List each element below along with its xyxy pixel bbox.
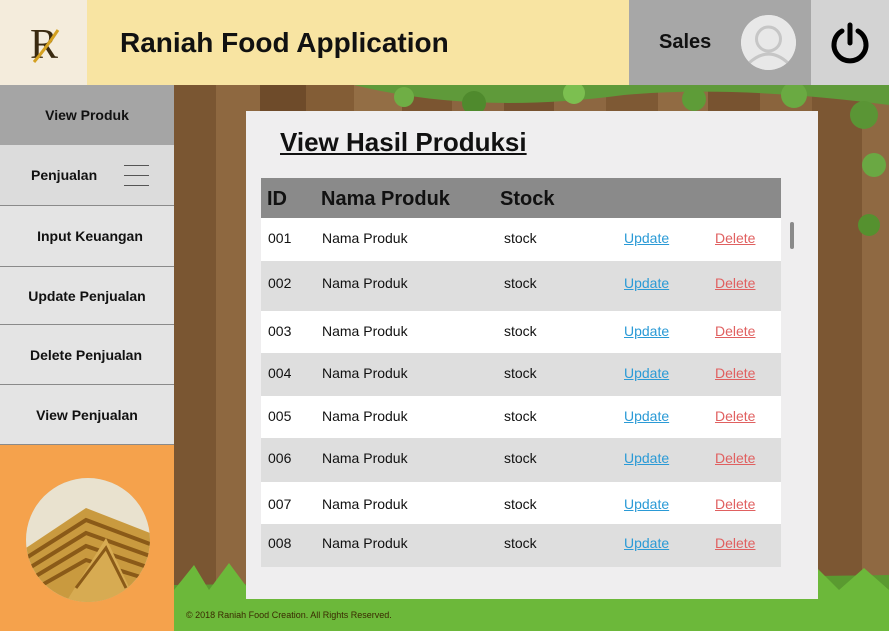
update-link[interactable]: Update [624,496,669,512]
food-photo [26,478,150,602]
delete-link[interactable]: Delete [715,323,755,339]
sidebar-item-update-penjualan[interactable]: Update Penjualan [0,267,174,325]
cell-id: 008 [268,535,292,551]
sidebar-item-label: Penjualan [31,167,98,183]
delete-link[interactable]: Delete [715,230,755,246]
sidebar-item-penjualan[interactable]: Penjualan [0,145,174,206]
column-header-id: ID [267,188,287,210]
cell-id: 003 [268,323,292,339]
delete-link[interactable]: Delete [715,450,755,466]
table-row: 008 Nama Produk stock Update Delete [261,524,781,567]
update-link[interactable]: Update [624,535,669,551]
table-row: 002 Nama Produk stock Update Delete [261,261,781,311]
cell-id: 001 [268,230,292,246]
title-bar: Raniah Food Application [87,0,629,85]
sidebar-item-view-produk[interactable]: View Produk [0,85,174,145]
cell-stock: stock [504,450,537,466]
delete-link[interactable]: Delete [715,275,755,291]
table-row: 007 Nama Produk stock Update Delete [261,482,781,524]
content-panel: View Hasil Produksi ID Nama Produk Stock… [246,111,818,599]
update-link[interactable]: Update [624,365,669,381]
user-role-label: Sales [659,31,712,53]
table-row: 006 Nama Produk stock Update Delete [261,438,781,482]
cell-id: 002 [268,275,292,291]
delete-link[interactable]: Delete [715,496,755,512]
footer-copyright: © 2018 Raniah Food Creation. All Rights … [186,610,392,620]
cell-stock: stock [504,535,537,551]
cell-id: 005 [268,408,292,424]
sidebar-item-input-keuangan[interactable]: Input Keuangan [0,206,174,267]
power-icon [831,22,869,63]
table-row: 004 Nama Produk stock Update Delete [261,353,781,396]
cell-stock: stock [504,496,537,512]
cell-name: Nama Produk [322,535,408,551]
cell-stock: stock [504,408,537,424]
sidebar-item-label: Update Penjualan [28,287,146,304]
cell-stock: stock [504,275,537,291]
table-scrollbar[interactable] [790,222,794,249]
cell-id: 004 [268,365,292,381]
sidebar-item-label: View Penjualan [36,406,138,423]
table-row: 005 Nama Produk stock Update Delete [261,396,781,438]
cell-name: Nama Produk [322,230,408,246]
logout-button[interactable] [811,0,889,85]
app-title: Raniah Food Application [120,26,449,58]
cell-name: Nama Produk [322,275,408,291]
cell-name: Nama Produk [322,408,408,424]
cell-name: Nama Produk [322,365,408,381]
sidebar: View Produk Penjualan Input Keuangan Upd… [0,85,174,631]
sidebar-item-label: Input Keuangan [37,228,143,244]
sidebar-item-delete-penjualan[interactable]: Delete Penjualan [0,325,174,385]
products-table: ID Nama Produk Stock 001 Nama Produk sto… [261,178,794,567]
table-header: ID Nama Produk Stock [261,178,781,218]
sidebar-item-view-penjualan[interactable]: View Penjualan [0,385,174,445]
cell-id: 007 [268,496,292,512]
delete-link[interactable]: Delete [715,408,755,424]
update-link[interactable]: Update [624,230,669,246]
cell-name: Nama Produk [322,450,408,466]
user-avatar-icon[interactable] [741,15,796,70]
column-header-nama-produk: Nama Produk [321,188,450,210]
sidebar-item-label: Delete Penjualan [29,346,143,363]
update-link[interactable]: Update [624,408,669,424]
cell-stock: stock [504,230,537,246]
cell-name: Nama Produk [322,496,408,512]
page-title: View Hasil Produksi [280,127,527,157]
cell-name: Nama Produk [322,323,408,339]
delete-link[interactable]: Delete [715,365,755,381]
cell-stock: stock [504,365,537,381]
update-link[interactable]: Update [624,450,669,466]
logo-icon: R [30,22,59,68]
update-link[interactable]: Update [624,323,669,339]
column-header-stock: Stock [500,188,555,210]
logo: R [0,0,87,85]
cell-stock: stock [504,323,537,339]
hamburger-icon[interactable] [124,165,149,195]
sidebar-item-label: View Produk [45,107,129,123]
table-row: 001 Nama Produk stock Update Delete [261,218,781,261]
cell-id: 006 [268,450,292,466]
user-panel[interactable]: Sales [629,0,811,85]
table-row: 003 Nama Produk stock Update Delete [261,311,781,353]
delete-link[interactable]: Delete [715,535,755,551]
update-link[interactable]: Update [624,275,669,291]
